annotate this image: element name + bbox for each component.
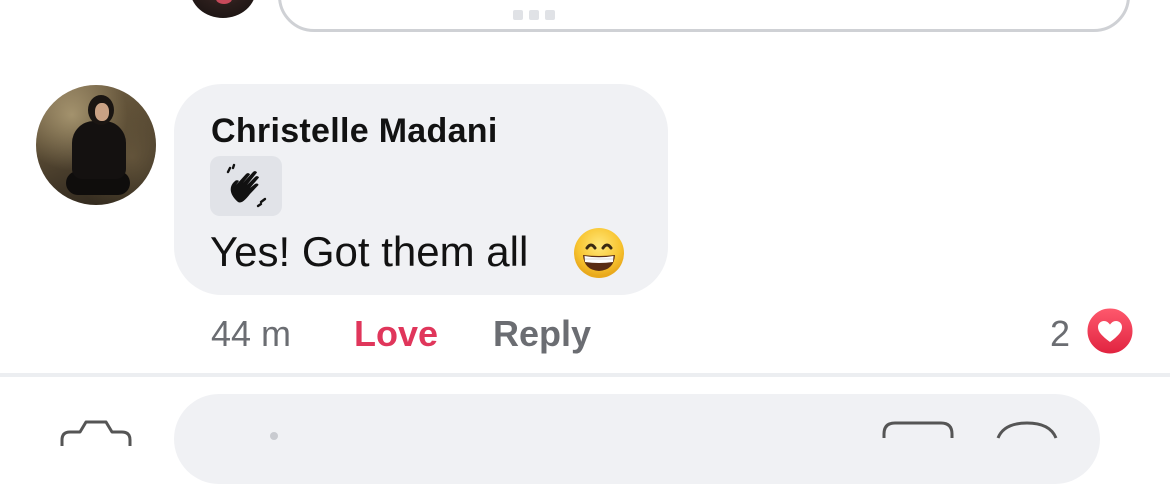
comment-timestamp[interactable]: 44 m [211, 313, 291, 355]
avatar[interactable] [36, 85, 156, 205]
love-button[interactable]: Love [354, 313, 438, 355]
comment-input-field[interactable] [174, 394, 1100, 484]
emoji-icon[interactable] [994, 420, 1060, 440]
heart-icon[interactable] [1084, 305, 1136, 357]
waving-hand-icon [226, 163, 267, 208]
grinning-face-emoji-icon [574, 228, 624, 278]
reply-button[interactable]: Reply [493, 313, 591, 355]
comment-bubble[interactable]: Christelle Madani Yes! Got them all [174, 84, 668, 295]
input-cursor-hint [270, 432, 278, 440]
camera-icon[interactable] [58, 418, 134, 448]
waving-hand-badge [210, 156, 282, 216]
reply-input-field[interactable] [278, 0, 1130, 32]
comment-text: Yes! Got them all [210, 228, 529, 275]
comment-author-name[interactable]: Christelle Madani [211, 112, 498, 151]
reaction-count[interactable]: 2 [1050, 313, 1070, 355]
sticker-icon[interactable] [880, 420, 956, 440]
previous-commenter-avatar[interactable] [190, 0, 256, 18]
